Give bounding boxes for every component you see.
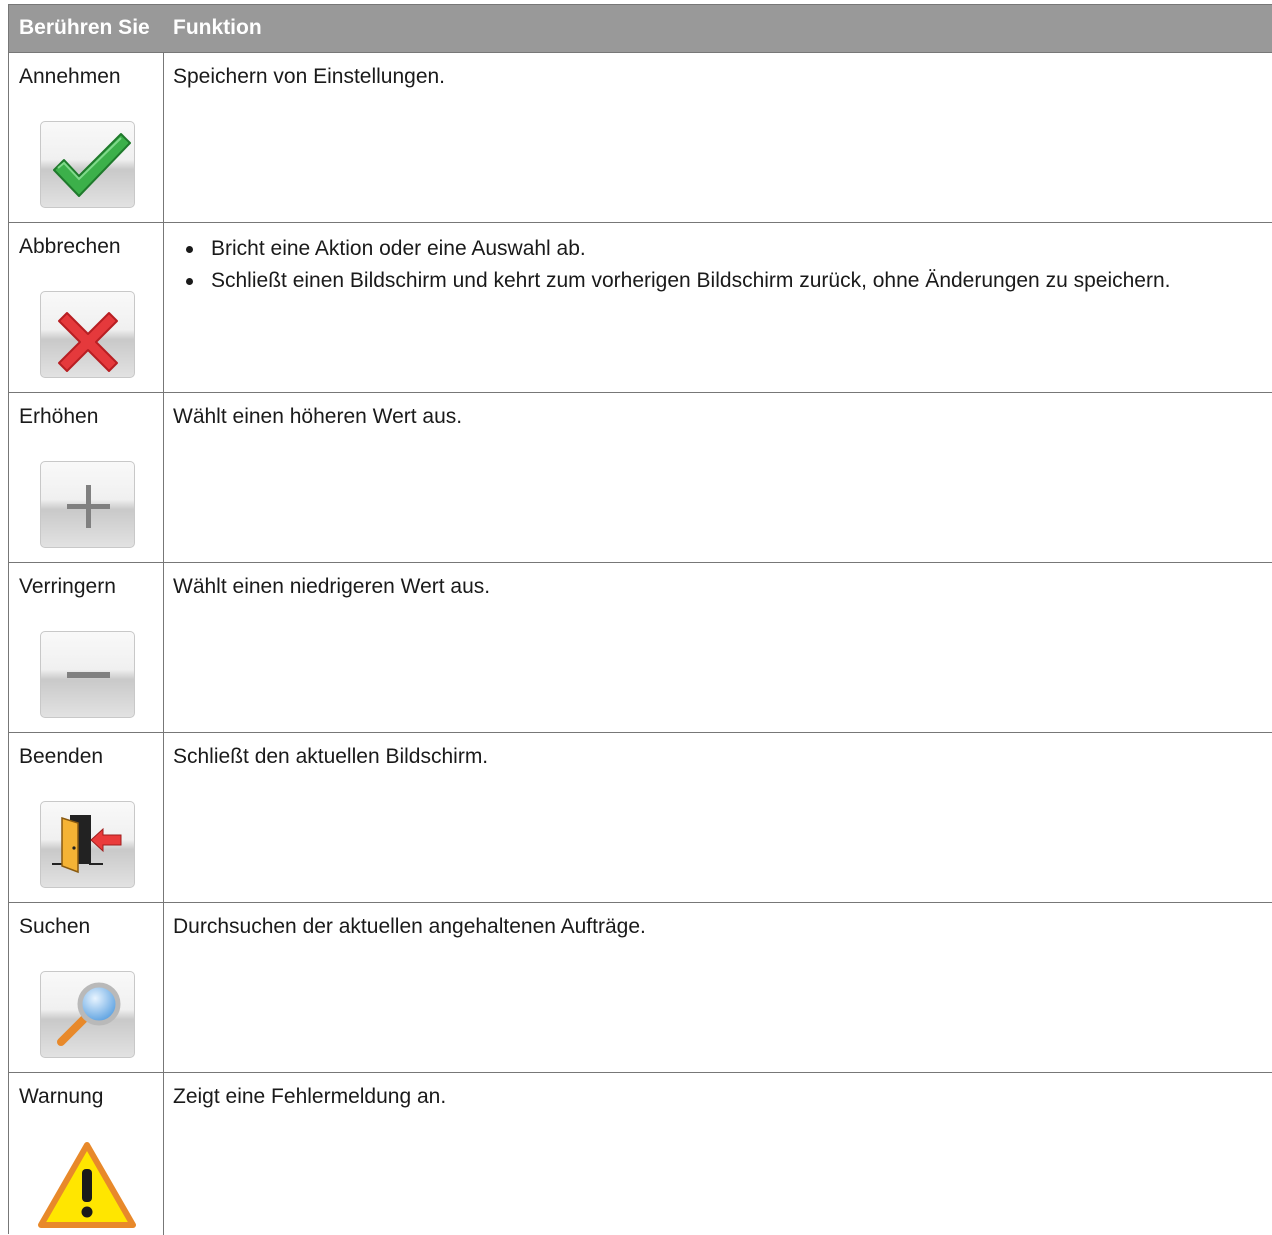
- exit-door-icon: [52, 815, 122, 874]
- row-label: Beenden: [19, 745, 104, 768]
- bullet-item: Schließt einen Bildschirm und kehrt zum …: [173, 267, 1170, 299]
- row-label: Suchen: [19, 915, 91, 938]
- row-label: Erhöhen: [19, 405, 99, 428]
- table-row: Verringern Wählt einen niedrigeren Wert …: [9, 562, 1272, 732]
- row-label: Warnung: [19, 1085, 104, 1108]
- table-row: Suchen Durchsuchen der aktuellen angehal…: [9, 902, 1272, 1072]
- search-button[interactable]: [40, 971, 135, 1058]
- table-row: Beenden Schließt den aktuellen Bildschir…: [9, 732, 1272, 902]
- table-header: Berühren Sie Funktion: [9, 5, 1272, 52]
- minus-icon: [67, 672, 110, 678]
- table-row: Abbrechen Bricht eine Aktion oder eine A…: [9, 222, 1272, 392]
- plus-icon: [67, 485, 110, 528]
- row-label: Annehmen: [19, 65, 121, 88]
- warning-icon: [38, 1142, 136, 1228]
- magnifier-icon: [57, 982, 121, 1046]
- table-row: Warnung Zeigt eine Fehlermeldung an.: [9, 1072, 1272, 1235]
- header-function: Funktion: [173, 16, 262, 39]
- row-bullet-list: Bricht eine Aktion oder eine Auswahl ab.…: [173, 235, 1170, 299]
- cancel-button[interactable]: [40, 291, 135, 378]
- row-description: Wählt einen niedrigeren Wert aus.: [173, 575, 491, 598]
- row-label: Verringern: [19, 575, 116, 598]
- table-row: Erhöhen Wählt einen höheren Wert aus.: [9, 392, 1272, 562]
- row-description: Wählt einen höheren Wert aus.: [173, 405, 463, 428]
- row-description: Durchsuchen der aktuellen angehaltenen A…: [173, 915, 646, 938]
- row-description: Speichern von Einstellungen.: [173, 65, 446, 88]
- column-divider: [163, 52, 164, 1235]
- accept-button[interactable]: [40, 121, 135, 208]
- cancel-x-icon: [58, 312, 118, 372]
- header-touch: Berühren Sie: [19, 16, 150, 39]
- table-row: Annehmen Speichern von Einstellungen.: [9, 52, 1272, 222]
- decrease-button[interactable]: [40, 631, 135, 718]
- increase-button[interactable]: [40, 461, 135, 548]
- row-description: Zeigt eine Fehlermeldung an.: [173, 1085, 447, 1108]
- row-label: Abbrechen: [19, 235, 121, 258]
- exit-button[interactable]: [40, 801, 135, 888]
- bullet-item: Bricht eine Aktion oder eine Auswahl ab.: [173, 235, 1170, 267]
- checkmark-icon: [53, 133, 131, 197]
- row-description: Schließt den aktuellen Bildschirm.: [173, 745, 489, 768]
- icon-function-table: Berühren Sie Funktion Annehmen Speichern…: [8, 4, 1272, 1235]
